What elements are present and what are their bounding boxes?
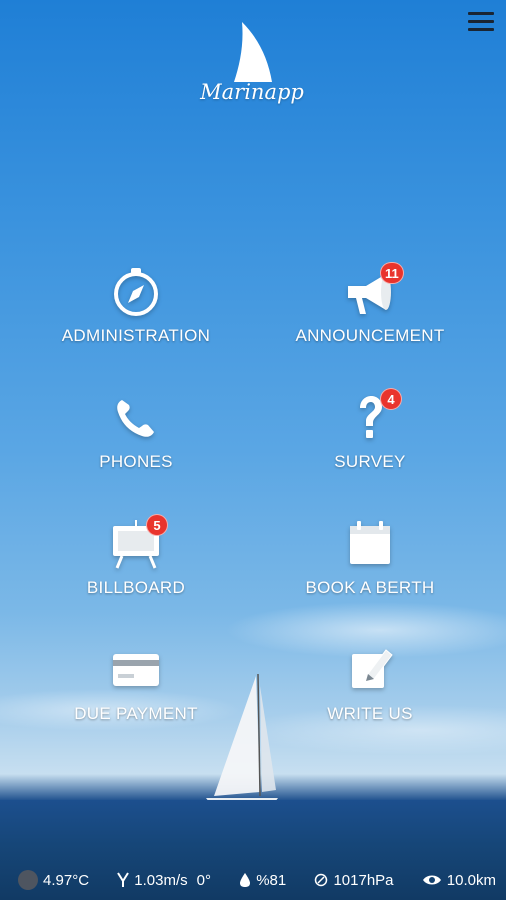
wind-item: 1.03m/s 0° [117,872,211,889]
app-name: Marinapp [200,80,304,104]
pressure-gauge-icon [315,873,328,887]
water-drop-icon [240,873,251,887]
pressure-value: 1017hPa [333,871,394,889]
wind-speed-value: 1.03m/s [134,871,188,889]
hamburger-menu-icon[interactable] [468,12,494,34]
visibility-value: 10.0km [446,871,496,889]
temperature-item: 4.97°C [18,870,89,890]
tile-label: BOOK A BERTH [305,578,435,597]
wind-icon [117,872,130,887]
app-logo: Marinapp [200,20,304,112]
tile-label: SURVEY [334,452,406,471]
moon-icon [18,870,38,890]
tile-survey[interactable]: 4 SURVEY [250,388,490,490]
credit-card-icon [113,654,159,686]
humidity-value: %81 [256,871,287,889]
humidity-item: %81 [239,872,286,889]
tile-administration[interactable]: ADMINISTRATION [16,264,256,364]
pressure-item: 1017hPa [314,871,394,889]
tile-label: WRITE US [327,704,413,723]
pencil-note-icon [352,649,393,688]
tile-label: ANNOUNCEMENT [295,326,445,345]
tile-phones[interactable]: PHONES [16,390,256,490]
tile-book-a-berth[interactable]: BOOK A BERTH [250,516,490,616]
notification-badge: 11 [380,262,404,284]
eye-icon [422,875,441,885]
tile-write-us[interactable]: WRITE US [250,642,490,742]
visibility-item: 10.0km [422,872,496,889]
tile-due-payment[interactable]: DUE PAYMENT [16,642,256,742]
notification-badge: 5 [146,514,168,536]
tile-label: ADMINISTRATION [61,326,211,345]
phone-icon [117,400,154,437]
temperature-value: 4.97°C [43,871,90,889]
tile-label: DUE PAYMENT [74,704,198,723]
sail-logo-icon [234,22,272,82]
tile-label: BILLBOARD [86,578,186,597]
compass-icon [114,268,158,316]
weather-bar: 4.97°C 1.03m/s 0° %81 1017hPa 10.0km [0,860,506,900]
tile-announcement[interactable]: 11 ANNOUNCEMENT [250,262,490,364]
wind-direction-value: 0° [196,871,211,889]
tile-billboard[interactable]: 5 BILLBOARD [16,514,256,616]
notification-badge: 4 [380,388,402,410]
calendar-icon [350,521,390,564]
tile-label: PHONES [99,452,173,471]
